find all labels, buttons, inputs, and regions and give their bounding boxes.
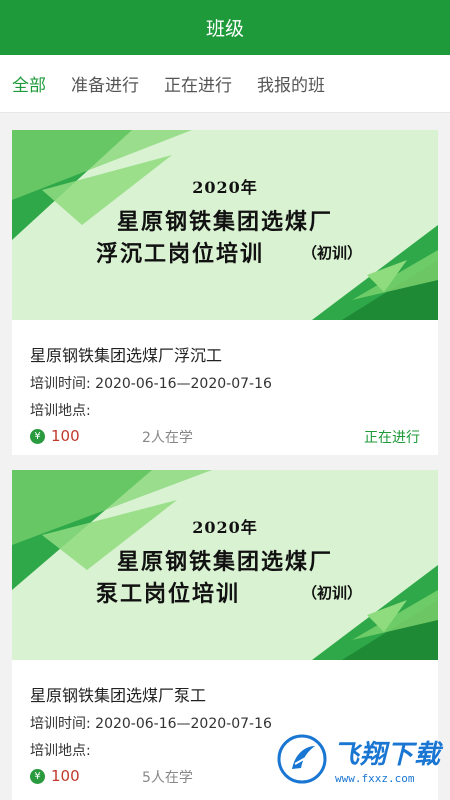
training-place: 培训地点: [30,403,91,419]
watermark-url: www.fxxz.com [335,772,415,785]
course-title[interactable]: 星原钢铁集团选煤厂泵工 [30,682,206,706]
card-footer: ¥ 100 2人在学 正在进行 [30,427,420,447]
banner-course: 泵工岗位培训 [96,581,241,607]
course-title[interactable]: 星原钢铁集团选煤厂浮沉工 [30,342,222,366]
watermark-logo-icon [277,734,327,784]
banner-text: 2020年 星原钢铁集团选煤厂 浮沉工岗位培训 （初训） [12,130,438,320]
banner-course: 浮沉工岗位培训 [96,241,265,267]
price: 100 [51,427,80,445]
banner-text: 2020年 星原钢铁集团选煤厂 泵工岗位培训 （初训） [12,470,438,660]
learner-count: 2人在学 [142,430,193,446]
class-banner-image[interactable]: 2020年 星原钢铁集团选煤厂 浮沉工岗位培训 （初训） [12,130,438,320]
watermark-text: 飞翔下载 [333,740,442,770]
tab-my-classes[interactable]: 我报的班 [257,71,325,96]
app-header: 班级 [0,0,450,55]
tab-preparing[interactable]: 准备进行 [71,71,139,96]
tab-all[interactable]: 全部 [12,71,46,96]
banner-year: 2020年 [192,178,258,197]
banner-year: 2020年 [192,518,258,537]
banner-company: 星原钢铁集团选煤厂 [116,209,333,235]
watermark: 飞翔下载 www.fxxz.com [277,730,442,792]
coin-icon: ¥ [30,769,45,784]
coin-icon: ¥ [30,429,45,444]
training-time: 培训时间: 2020-06-16—2020-07-16 [30,716,272,732]
filter-tabs: 全部 准备进行 正在进行 我报的班 [0,55,450,113]
learner-count: 5人在学 [142,770,193,786]
training-time: 培训时间: 2020-06-16—2020-07-16 [30,376,272,392]
banner-note: （初训） [302,584,363,602]
banner-note: （初训） [302,244,363,262]
class-banner-image[interactable]: 2020年 星原钢铁集团选煤厂 泵工岗位培训 （初训） [12,470,438,660]
training-place: 培训地点: [30,743,91,759]
tab-ongoing[interactable]: 正在进行 [164,71,232,96]
class-card[interactable]: 2020年 星原钢铁集团选煤厂 浮沉工岗位培训 （初训） 星原钢铁集团选煤厂浮沉… [12,130,438,455]
banner-company: 星原钢铁集团选煤厂 [116,549,333,575]
status-badge: 正在进行 [364,430,420,446]
page-title: 班级 [205,18,244,40]
price: 100 [51,767,80,785]
